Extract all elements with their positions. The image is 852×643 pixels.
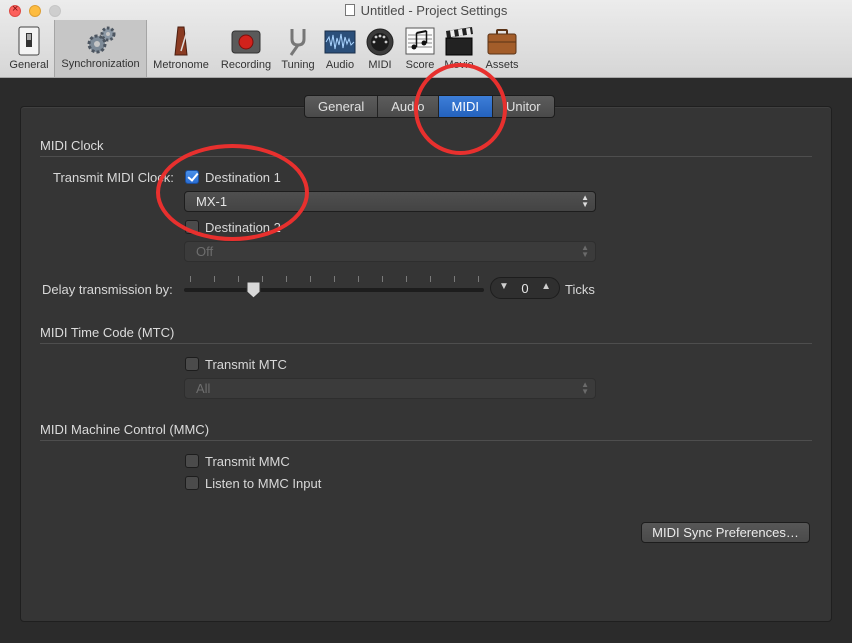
window-titlebar: Untitled - Project Settings General Sync…: [0, 0, 852, 78]
transmit-mmc-label[interactable]: Transmit MMC: [205, 454, 290, 469]
gears-icon: [87, 26, 115, 54]
toolbar-assets[interactable]: Assets: [482, 21, 522, 75]
window-title: Untitled - Project Settings: [0, 3, 852, 18]
ticks-unit-label: Ticks: [565, 282, 595, 297]
document-icon: [344, 4, 355, 16]
listen-mmc-checkbox[interactable]: [185, 476, 199, 490]
destination1-checkbox[interactable]: [185, 170, 199, 184]
transmit-midi-clock-label: Transmit MIDI Clock:: [53, 170, 174, 185]
metronome-icon: [174, 26, 188, 56]
slider-tick: [286, 276, 287, 282]
destination2-label[interactable]: Destination 2: [205, 220, 281, 235]
listen-mmc-label[interactable]: Listen to MMC Input: [205, 476, 321, 491]
section-divider: [40, 156, 812, 157]
toolbar-general[interactable]: General: [4, 21, 54, 75]
destination1-popup[interactable]: MX-1 ▲ ▼: [184, 191, 596, 212]
toolbar-midi[interactable]: MIDI: [362, 21, 398, 75]
toolbar-synchronization[interactable]: Synchronization: [54, 20, 147, 77]
slider-tick: [334, 276, 335, 282]
slider-tick: [310, 276, 311, 282]
tab-audio[interactable]: Audio: [378, 96, 439, 117]
slider-tick: [214, 276, 215, 282]
slider-tick: [190, 276, 191, 282]
mtc-destination-popup[interactable]: All ▲ ▼: [184, 378, 596, 399]
switch-icon: [18, 26, 40, 56]
destination2-checkbox[interactable]: [185, 220, 199, 234]
mmc-heading: MIDI Machine Control (MMC): [40, 422, 210, 437]
slider-tick: [382, 276, 383, 282]
midi-sync-preferences-button[interactable]: MIDI Sync Preferences…: [641, 522, 810, 543]
destination1-label[interactable]: Destination 1: [205, 170, 281, 185]
delay-transmission-label: Delay transmission by:: [42, 282, 173, 297]
destination2-popup[interactable]: Off ▲ ▼: [184, 241, 596, 262]
popup-arrows-icon: ▲ ▼: [581, 243, 589, 259]
record-icon: [231, 30, 261, 54]
slider-tick: [358, 276, 359, 282]
slider-tick: [478, 276, 479, 282]
mtc-heading: MIDI Time Code (MTC): [40, 325, 175, 340]
briefcase-icon: [487, 29, 517, 55]
clapperboard-icon: [445, 27, 473, 56]
slider-tick: [238, 276, 239, 282]
tab-general[interactable]: General: [305, 96, 379, 117]
stepper-up-icon[interactable]: ▲: [541, 281, 551, 292]
midi-clock-heading: MIDI Clock: [40, 138, 104, 153]
toolbar-audio[interactable]: Audio: [321, 21, 359, 75]
midi-port-icon: [366, 28, 394, 56]
tuning-fork-icon: [289, 29, 306, 56]
slider-tick: [262, 276, 263, 282]
music-notes-icon: [405, 27, 435, 55]
transmit-mtc-label[interactable]: Transmit MTC: [205, 357, 287, 372]
tab-midi[interactable]: MIDI: [438, 96, 493, 117]
delay-slider-track[interactable]: [184, 288, 484, 292]
toolbar-score[interactable]: Score: [402, 21, 438, 75]
toolbar-tuning[interactable]: Tuning: [279, 21, 317, 75]
slider-tick: [406, 276, 407, 282]
popup-arrows-icon: ▲ ▼: [581, 193, 589, 209]
transmit-mmc-checkbox[interactable]: [185, 454, 199, 468]
toolbar-metronome[interactable]: Metronome: [149, 21, 213, 75]
toolbar-movie[interactable]: Movie: [440, 21, 478, 75]
tab-bar: General Audio MIDI Unitor: [304, 95, 555, 118]
slider-tick: [430, 276, 431, 282]
section-divider: [40, 343, 812, 344]
delay-slider-knob[interactable]: [246, 281, 261, 299]
delay-stepper[interactable]: ▼ 0 ▲: [490, 277, 560, 299]
tab-unitor[interactable]: Unitor: [493, 96, 554, 117]
toolbar-recording[interactable]: Recording: [216, 21, 276, 75]
section-divider: [40, 440, 812, 441]
popup-arrows-icon: ▲ ▼: [581, 380, 589, 396]
waveform-icon: [324, 30, 356, 54]
transmit-mtc-checkbox[interactable]: [185, 357, 199, 371]
slider-tick: [454, 276, 455, 282]
